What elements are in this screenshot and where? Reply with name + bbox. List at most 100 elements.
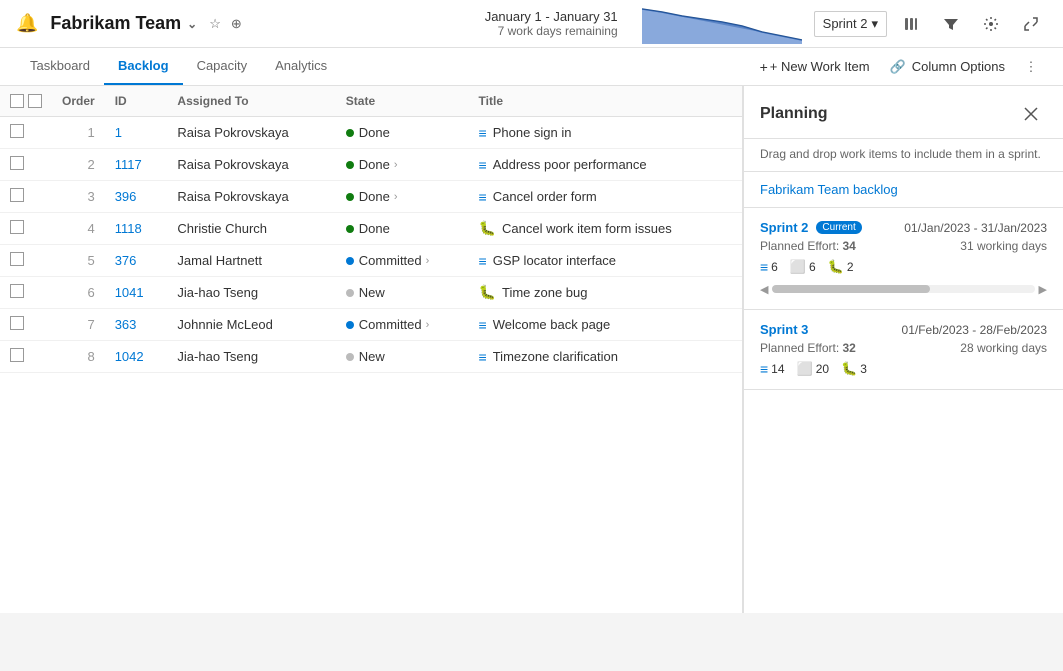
row-checkbox-cell [0, 149, 52, 181]
more-options-button[interactable]: ⋮ [1015, 51, 1047, 83]
expand-all-checkbox[interactable] [28, 94, 42, 108]
sprint-2-story-count: ≡ 6 [760, 259, 778, 275]
select-all-checkbox[interactable] [10, 94, 24, 108]
item-type-icon: ≡ [479, 349, 487, 365]
row-checkbox[interactable] [10, 348, 24, 362]
task-icon-3: ⬜ [797, 361, 813, 377]
sprint-dropdown[interactable]: Sprint 2 ▾ [814, 11, 887, 37]
sprint-2-dates: 01/Jan/2023 - 31/Jan/2023 [904, 221, 1047, 235]
table-row: 5 376 Jamal Hartnett Committed › ≡ GSP l… [0, 245, 742, 277]
row-checkbox[interactable] [10, 316, 24, 330]
manage-members-icon[interactable]: ⊕ [231, 16, 242, 32]
sprint-2-task-count: ⬜ 6 [790, 259, 816, 275]
scroll-right-icon[interactable]: ▶ [1039, 283, 1047, 296]
row-id[interactable]: 1041 [105, 277, 168, 309]
tab-taskboard[interactable]: Taskboard [16, 48, 104, 85]
row-state: Done [336, 117, 469, 149]
tab-analytics[interactable]: Analytics [261, 48, 341, 85]
sprint-3-task-count: ⬜ 20 [797, 361, 830, 377]
row-title: ≡ Phone sign in [469, 117, 742, 149]
item-type-icon: ≡ [479, 189, 487, 205]
row-assigned: Jia-hao Tseng [167, 277, 335, 309]
team-chevron-icon[interactable]: ⌄ [187, 17, 197, 31]
column-options-icon[interactable] [895, 8, 927, 40]
table-row: 8 1042 Jia-hao Tseng New ≡ Timezone clar… [0, 341, 742, 373]
row-checkbox[interactable] [10, 220, 24, 234]
current-badge: Current [816, 221, 861, 234]
row-checkbox-cell [0, 277, 52, 309]
sprint-controls: Sprint 2 ▾ [814, 8, 1047, 40]
row-order: 3 [52, 181, 105, 213]
col-checkbox [0, 86, 52, 117]
team-icon: 🔔 [16, 13, 38, 34]
plus-icon: + [760, 59, 768, 75]
row-checkbox[interactable] [10, 188, 24, 202]
column-options-button[interactable]: 🔗 Column Options [880, 54, 1015, 80]
item-type-icon: ≡ [479, 317, 487, 333]
sprint-2-scrollbar[interactable] [772, 285, 1034, 293]
row-state: Committed › [336, 245, 469, 277]
table-row: 6 1041 Jia-hao Tseng New 🐛 Time zone bug [0, 277, 742, 309]
row-state: New [336, 341, 469, 373]
row-order: 7 [52, 309, 105, 341]
row-assigned: Johnnie McLeod [167, 309, 335, 341]
item-type-icon: 🐛 [479, 284, 496, 301]
table-row: 4 1118 Christie Church Done 🐛 Cancel wor… [0, 213, 742, 245]
days-remaining: 7 work days remaining [498, 24, 618, 38]
sprint-3-name[interactable]: Sprint 3 [760, 322, 808, 337]
row-checkbox-cell [0, 117, 52, 149]
task-icon: ⬜ [790, 259, 806, 275]
row-id[interactable]: 396 [105, 181, 168, 213]
col-title[interactable]: Title [469, 86, 742, 117]
row-checkbox-cell [0, 341, 52, 373]
row-id[interactable]: 1 [105, 117, 168, 149]
sprint-2-bug-count: 🐛 2 [828, 259, 854, 275]
tab-backlog[interactable]: Backlog [104, 48, 183, 85]
row-id[interactable]: 1042 [105, 341, 168, 373]
sprint-3-bug-count: 🐛 3 [841, 361, 867, 377]
star-icon[interactable]: ☆ [209, 16, 221, 32]
burndown-chart [642, 4, 802, 44]
row-order: 8 [52, 341, 105, 373]
sprint-2-counts: ≡ 6 ⬜ 6 🐛 2 [760, 259, 1047, 275]
row-state: Done › [336, 149, 469, 181]
row-checkbox-cell [0, 213, 52, 245]
backlog-area: Order ID Assigned To State Title 1 1 Rai… [0, 86, 743, 613]
row-assigned: Jamal Hartnett [167, 245, 335, 277]
scroll-left-icon[interactable]: ◀ [760, 283, 768, 296]
dropdown-chevron-icon: ▾ [871, 16, 878, 32]
item-type-icon: ≡ [479, 125, 487, 141]
fabrikam-backlog-link[interactable]: Fabrikam Team backlog [744, 172, 1063, 208]
table-row: 7 363 Johnnie McLeod Committed › ≡ Welco… [0, 309, 742, 341]
col-assigned[interactable]: Assigned To [167, 86, 335, 117]
tab-capacity[interactable]: Capacity [183, 48, 262, 85]
row-id[interactable]: 1118 [105, 213, 168, 245]
col-order[interactable]: Order [52, 86, 105, 117]
col-state[interactable]: State [336, 86, 469, 117]
row-checkbox[interactable] [10, 284, 24, 298]
new-work-item-button[interactable]: + + New Work Item [750, 54, 880, 80]
filter-icon[interactable] [935, 8, 967, 40]
row-checkbox-cell [0, 245, 52, 277]
close-planning-button[interactable] [1015, 98, 1047, 130]
row-checkbox[interactable] [10, 156, 24, 170]
planning-panel: Planning Drag and drop work items to inc… [743, 86, 1063, 613]
expand-icon[interactable] [1015, 8, 1047, 40]
sprint-3-header: Sprint 3 01/Feb/2023 - 28/Feb/2023 [760, 322, 1047, 337]
settings-icon[interactable] [975, 8, 1007, 40]
app-header: 🔔 Fabrikam Team ⌄ ☆ ⊕ January 1 - Januar… [0, 0, 1063, 48]
row-checkbox[interactable] [10, 252, 24, 266]
row-id[interactable]: 376 [105, 245, 168, 277]
row-checkbox[interactable] [10, 124, 24, 138]
story-icon: ≡ [760, 259, 768, 275]
col-id[interactable]: ID [105, 86, 168, 117]
sprint-2-header: Sprint 2 Current 01/Jan/2023 - 31/Jan/20… [760, 220, 1047, 235]
sprint-2-name[interactable]: Sprint 2 [760, 220, 808, 235]
ellipsis-icon: ⋮ [1025, 59, 1038, 75]
row-order: 1 [52, 117, 105, 149]
row-id[interactable]: 1117 [105, 149, 168, 181]
row-id[interactable]: 363 [105, 309, 168, 341]
team-name[interactable]: Fabrikam Team ⌄ [50, 13, 197, 34]
row-state: Committed › [336, 309, 469, 341]
row-order: 5 [52, 245, 105, 277]
